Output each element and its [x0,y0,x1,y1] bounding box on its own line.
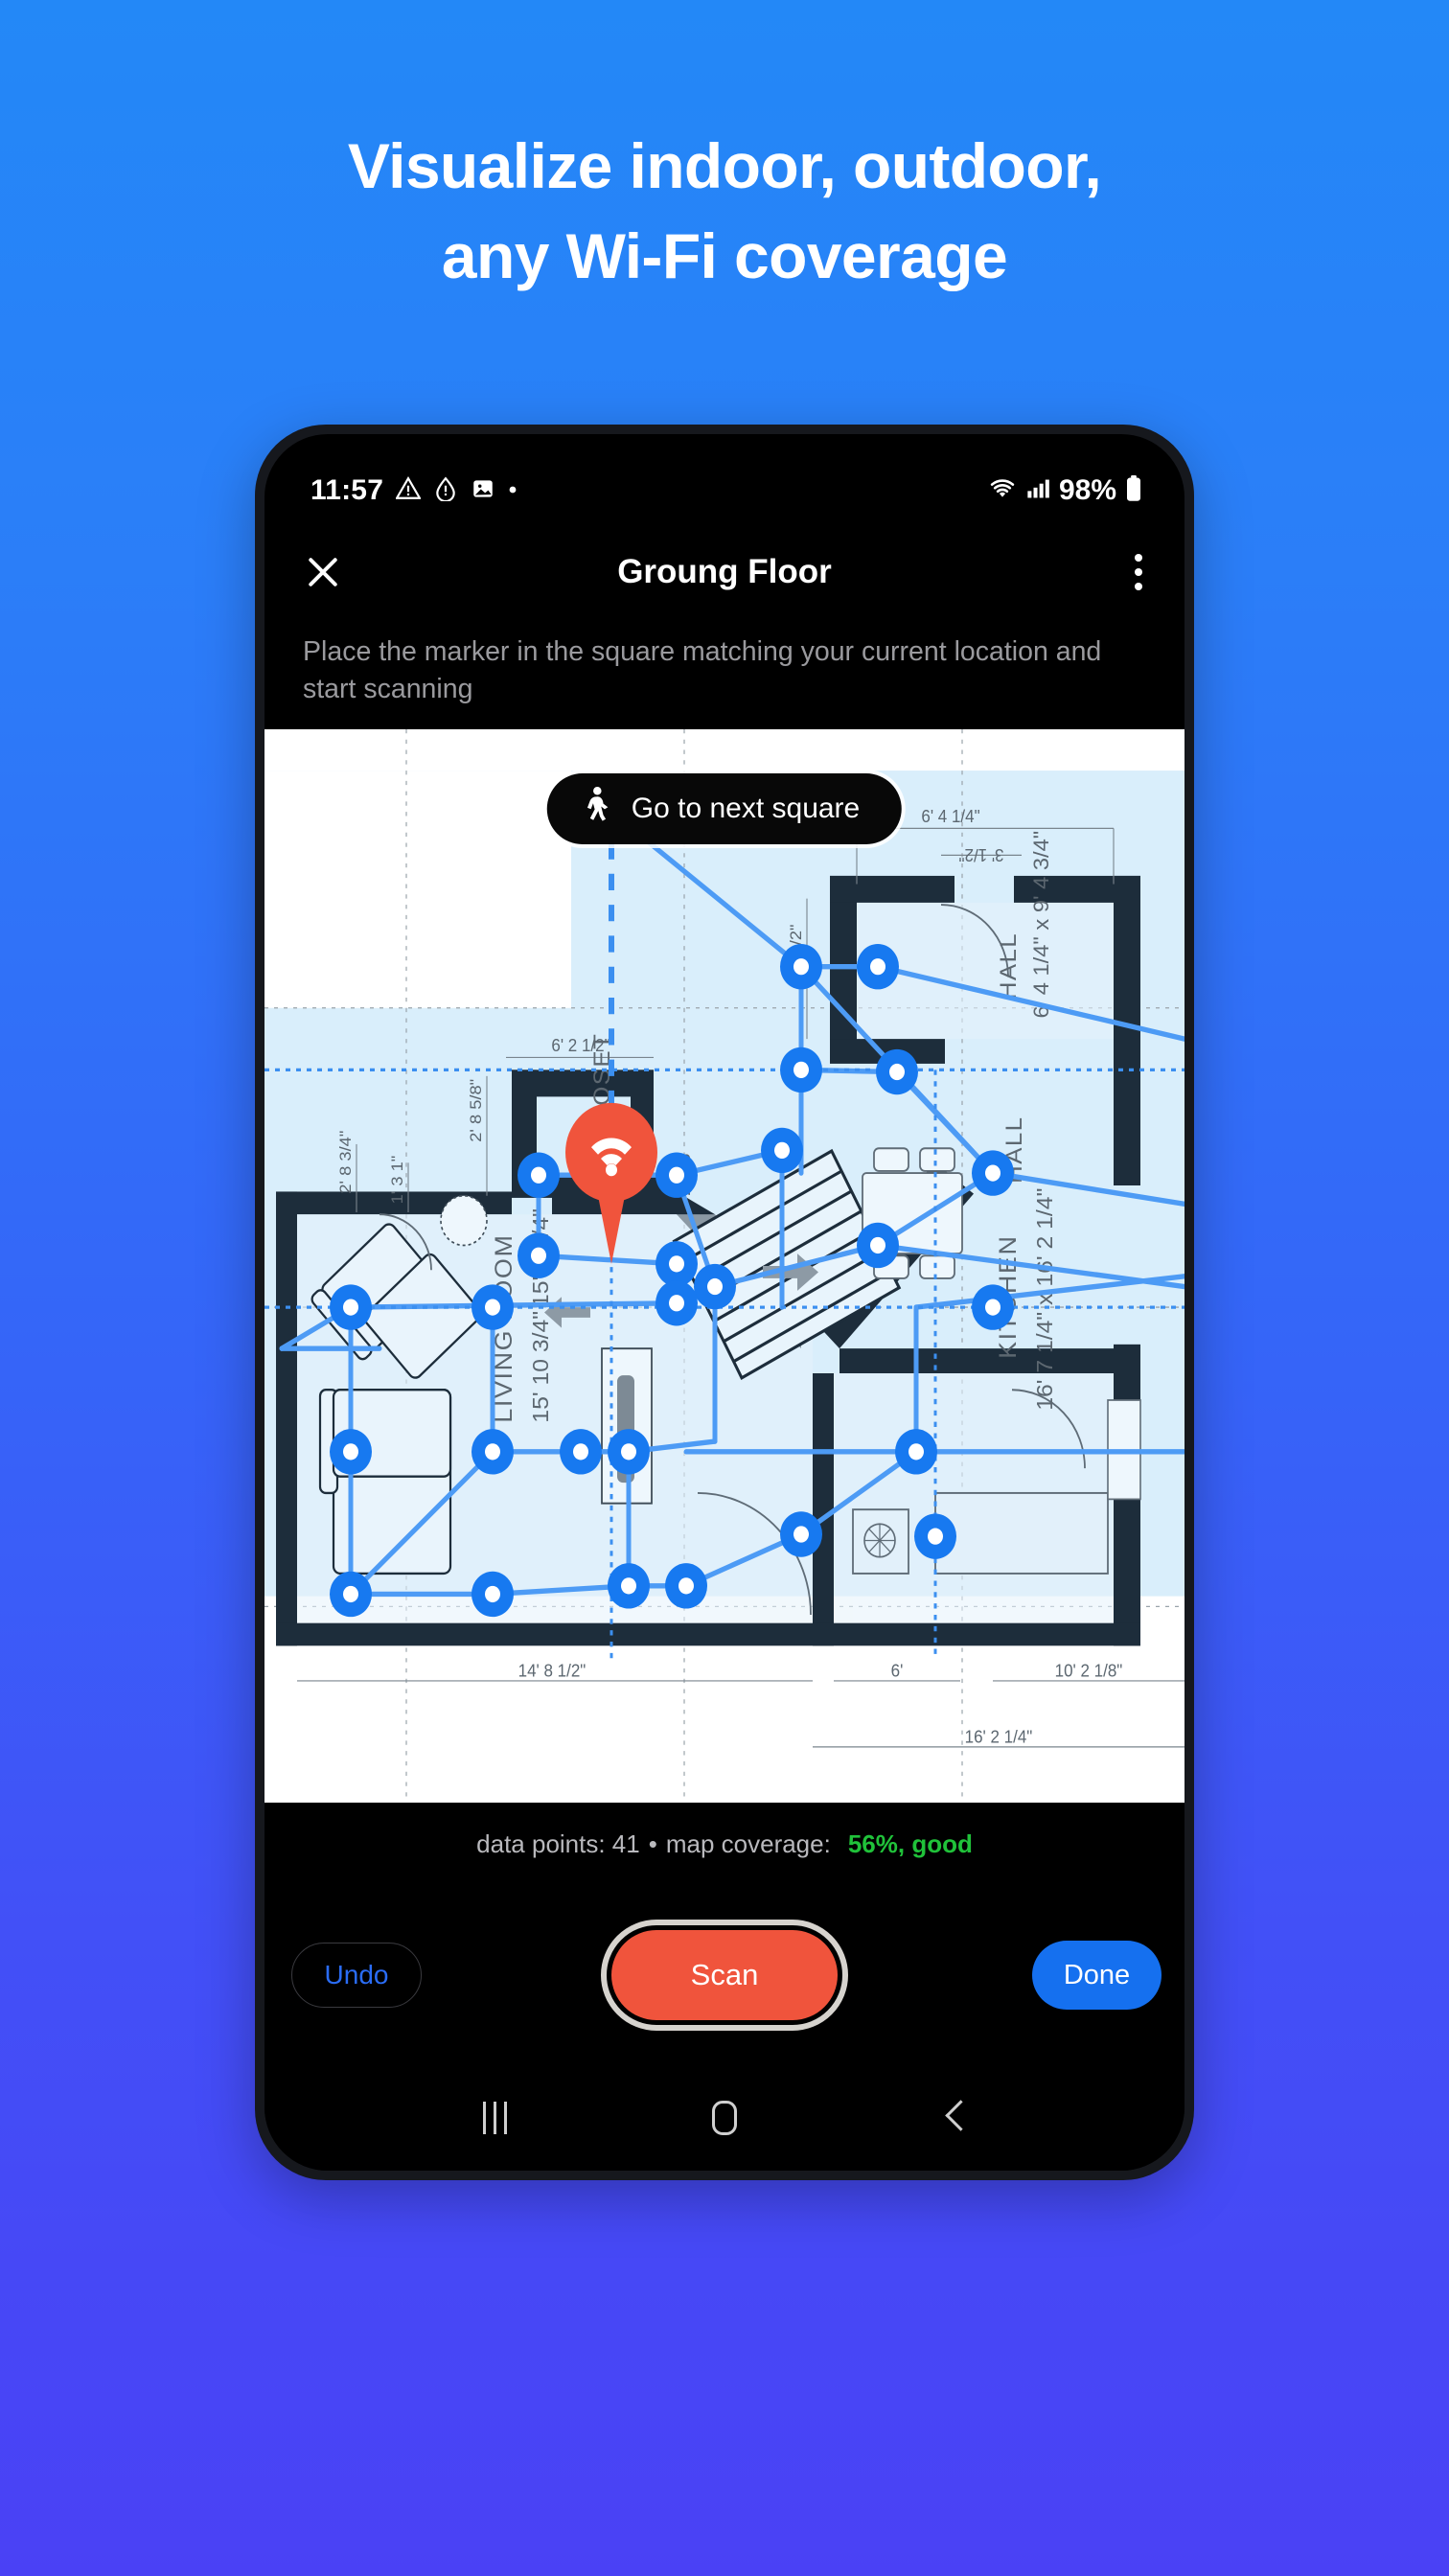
warning-triangle-icon [395,475,422,506]
app-bar: Groung Floor [264,528,1184,616]
walking-person-icon [578,786,610,832]
phone-screen: 11:57 98% Groung Floor Place the marker … [264,434,1184,2171]
svg-text:6': 6' [891,1661,904,1681]
status-time: 11:57 [310,474,384,506]
survey-stats: data points: 41 • map coverage: 56%, goo… [264,1803,1184,1885]
headline-line-2: any Wi-Fi coverage [441,220,1008,291]
status-bar-right: 98% [988,474,1142,507]
close-icon[interactable] [301,550,345,594]
recents-icon[interactable] [451,2089,538,2147]
svg-text:1' 3 1": 1' 3 1" [388,1156,406,1205]
svg-text:3' 1/2": 3' 1/2" [958,845,1003,865]
action-bar: Undo Scan Done [264,1885,1184,2065]
back-icon[interactable] [911,2089,998,2147]
data-points-count: data points: 41 [476,1828,640,1858]
more-options-icon[interactable] [1129,548,1148,596]
map-coverage-label: map coverage: [665,1828,831,1858]
svg-text:2' 8 5/8": 2' 8 5/8" [467,1079,485,1142]
svg-text:14' 8 1/2": 14' 8 1/2" [518,1661,586,1681]
dot-icon [508,482,518,499]
svg-text:15' 10 3/4": 15' 10 3/4" [529,1311,554,1423]
scan-button-ring[interactable]: Scan [601,1920,848,2031]
scan-button[interactable]: Scan [611,1930,838,2020]
svg-text:6' 4 1/4": 6' 4 1/4" [921,806,979,826]
phone-mockup: 11:57 98% Groung Floor Place the marker … [255,425,1194,2180]
go-to-next-square-button[interactable]: Go to next square [546,773,903,844]
svg-text:6' 4 1/4" x 9' 4 3/4": 6' 4 1/4" x 9' 4 3/4" [1029,831,1053,1019]
svg-text:2' 8 3/4": 2' 8 3/4" [336,1131,355,1194]
system-nav-bar [264,2065,1184,2171]
cell-signal-icon [1025,477,1050,505]
battery-icon [1125,474,1142,507]
stats-separator: • [648,1828,657,1858]
undo-button[interactable]: Undo [291,1943,422,2008]
wifi-icon [988,476,1017,506]
status-bar-left: 11:57 [310,474,518,507]
svg-text:16' 2 1/4": 16' 2 1/4" [965,1727,1033,1747]
done-button[interactable]: Done [1032,1941,1162,2010]
svg-text:16' 7 1/4" x 16' 2 1/4": 16' 7 1/4" x 16' 2 1/4" [1033,1188,1058,1411]
instruction-text: Place the marker in the square matching … [303,636,1102,705]
page-title: Visualize indoor, outdoor, any Wi-Fi cov… [0,134,1449,288]
headline-line-1: Visualize indoor, outdoor, [347,130,1102,201]
map-coverage-value: 56%, good [847,1828,973,1858]
go-to-next-square-label: Go to next square [631,793,861,824]
drop-alert-icon [433,476,458,506]
home-icon[interactable] [681,2089,768,2147]
battery-percent: 98% [1058,474,1116,506]
svg-text:10' 2 1/8": 10' 2 1/8" [1055,1661,1123,1681]
floor-plan-map[interactable]: LIVING ROOM 15' 10 3/4" 15' 6 3/4" KITCH… [264,729,1184,1803]
page-title-appbar: Groung Floor [617,553,832,590]
svg-text:HALL: HALL [996,932,1022,1000]
status-bar: 11:57 98% [264,434,1184,528]
image-icon [471,476,495,506]
floor-plan-svg: LIVING ROOM 15' 10 3/4" 15' 6 3/4" KITCH… [264,729,1184,1803]
svg-text:6' 2 1/2": 6' 2 1/2" [551,1035,610,1055]
